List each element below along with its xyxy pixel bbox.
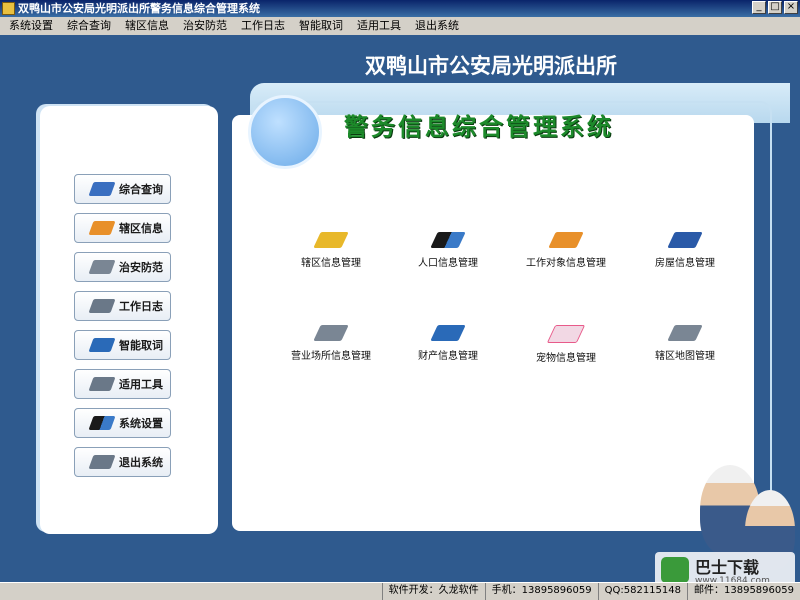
menu-work-log[interactable]: 工作日志 bbox=[234, 17, 292, 35]
menu-area-info[interactable]: 辖区信息 bbox=[118, 17, 176, 35]
nav-label: 工作日志 bbox=[119, 300, 163, 313]
watermark-text: 巴士下载 bbox=[695, 558, 760, 577]
tile-label: 人口信息管理 bbox=[418, 258, 478, 269]
nav-button-exit[interactable]: 退出系统 bbox=[74, 447, 171, 477]
map-icon bbox=[667, 325, 703, 341]
menu-bar: 系统设置 综合查询 辖区信息 治安防范 工作日志 智能取词 适用工具 退出系统 bbox=[0, 17, 800, 35]
dictionary-icon bbox=[88, 338, 116, 352]
target-icon bbox=[548, 232, 584, 248]
population-icon bbox=[430, 232, 466, 248]
tile-map[interactable]: 辖区地图管理 bbox=[630, 325, 740, 362]
nav-button-word-lookup[interactable]: 智能取词 bbox=[74, 330, 171, 360]
tile-population[interactable]: 人口信息管理 bbox=[393, 232, 503, 269]
nav-button-security[interactable]: 治安防范 bbox=[74, 252, 171, 282]
tile-label: 宠物信息管理 bbox=[536, 353, 596, 364]
app-icon bbox=[2, 2, 15, 15]
tile-property[interactable]: 财产信息管理 bbox=[393, 325, 503, 362]
status-email: 邮件：13895896059 bbox=[687, 583, 800, 600]
title-bar: 双鸭山市公安局光明派出所警务信息综合管理系统 _ □ × bbox=[0, 0, 800, 17]
exit-icon bbox=[88, 455, 116, 469]
watermark-logo-icon bbox=[661, 557, 689, 583]
status-phone: 手机：13895896059 bbox=[484, 583, 598, 600]
nav-label: 治安防范 bbox=[119, 261, 163, 274]
tile-business[interactable]: 营业场所信息管理 bbox=[276, 325, 386, 362]
menu-exit[interactable]: 退出系统 bbox=[408, 17, 466, 35]
nav-button-query[interactable]: 综合查询 bbox=[74, 174, 171, 204]
main-card bbox=[232, 115, 754, 531]
tile-label: 工作对象信息管理 bbox=[526, 258, 606, 269]
nav-button-settings[interactable]: 系统设置 bbox=[74, 408, 171, 438]
tile-house[interactable]: 房屋信息管理 bbox=[630, 232, 740, 269]
pet-icon bbox=[546, 325, 586, 343]
system-title: 警务信息综合管理系统 bbox=[344, 113, 614, 141]
nav-label: 系统设置 bbox=[119, 417, 163, 430]
menu-tools[interactable]: 适用工具 bbox=[350, 17, 408, 35]
main-area: 双鸭山市公安局光明派出所 综合查询 辖区信息 治安防范 工作日志 智能取词 适用… bbox=[0, 35, 800, 582]
nav-label: 适用工具 bbox=[119, 378, 163, 391]
area-icon bbox=[313, 232, 349, 248]
settings-icon bbox=[88, 416, 116, 430]
menu-query[interactable]: 综合查询 bbox=[60, 17, 118, 35]
tile-work-target[interactable]: 工作对象信息管理 bbox=[511, 232, 621, 269]
status-bar: 软件开发：久龙软件 手机：13895896059 QQ:582115148 邮件… bbox=[0, 582, 800, 600]
maximize-button[interactable]: □ bbox=[768, 1, 782, 14]
nav-label: 辖区信息 bbox=[119, 222, 163, 235]
tile-label: 财产信息管理 bbox=[418, 351, 478, 362]
tile-label: 辖区地图管理 bbox=[655, 351, 715, 362]
window-controls: _ □ × bbox=[752, 1, 798, 14]
window-title: 双鸭山市公安局光明派出所警务信息综合管理系统 bbox=[18, 2, 260, 15]
tile-label: 辖区信息管理 bbox=[301, 258, 361, 269]
tile-label: 房屋信息管理 bbox=[655, 258, 715, 269]
nav-button-area-info[interactable]: 辖区信息 bbox=[74, 213, 171, 243]
menu-security[interactable]: 治安防范 bbox=[176, 17, 234, 35]
menu-system-settings[interactable]: 系统设置 bbox=[2, 17, 60, 35]
tool-icon bbox=[88, 377, 116, 391]
business-icon bbox=[313, 325, 349, 341]
nav-label: 退出系统 bbox=[119, 456, 163, 469]
nav-button-work-log[interactable]: 工作日志 bbox=[74, 291, 171, 321]
rss-icon bbox=[88, 221, 116, 235]
close-button[interactable]: × bbox=[784, 1, 798, 14]
decor-circle bbox=[248, 95, 322, 169]
status-developer: 软件开发：久龙软件 bbox=[381, 583, 485, 600]
search-icon bbox=[88, 182, 116, 196]
shield-icon bbox=[88, 260, 116, 274]
station-name: 双鸭山市公安局光明派出所 bbox=[365, 54, 617, 78]
menu-word-lookup[interactable]: 智能取词 bbox=[292, 17, 350, 35]
note-icon bbox=[88, 299, 116, 313]
nav-label: 综合查询 bbox=[119, 183, 163, 196]
left-nav-panel: 综合查询 辖区信息 治安防范 工作日志 智能取词 适用工具 系统设置 退出系统 bbox=[40, 106, 218, 534]
status-qq: QQ:582115148 bbox=[597, 583, 687, 600]
tile-area-info[interactable]: 辖区信息管理 bbox=[276, 232, 386, 269]
property-icon bbox=[430, 325, 466, 341]
nav-button-tools[interactable]: 适用工具 bbox=[74, 369, 171, 399]
nav-label: 智能取词 bbox=[119, 339, 163, 352]
tile-label: 营业场所信息管理 bbox=[291, 351, 371, 362]
tile-pet[interactable]: 宠物信息管理 bbox=[511, 325, 621, 364]
minimize-button[interactable]: _ bbox=[752, 1, 766, 14]
house-icon bbox=[667, 232, 703, 248]
